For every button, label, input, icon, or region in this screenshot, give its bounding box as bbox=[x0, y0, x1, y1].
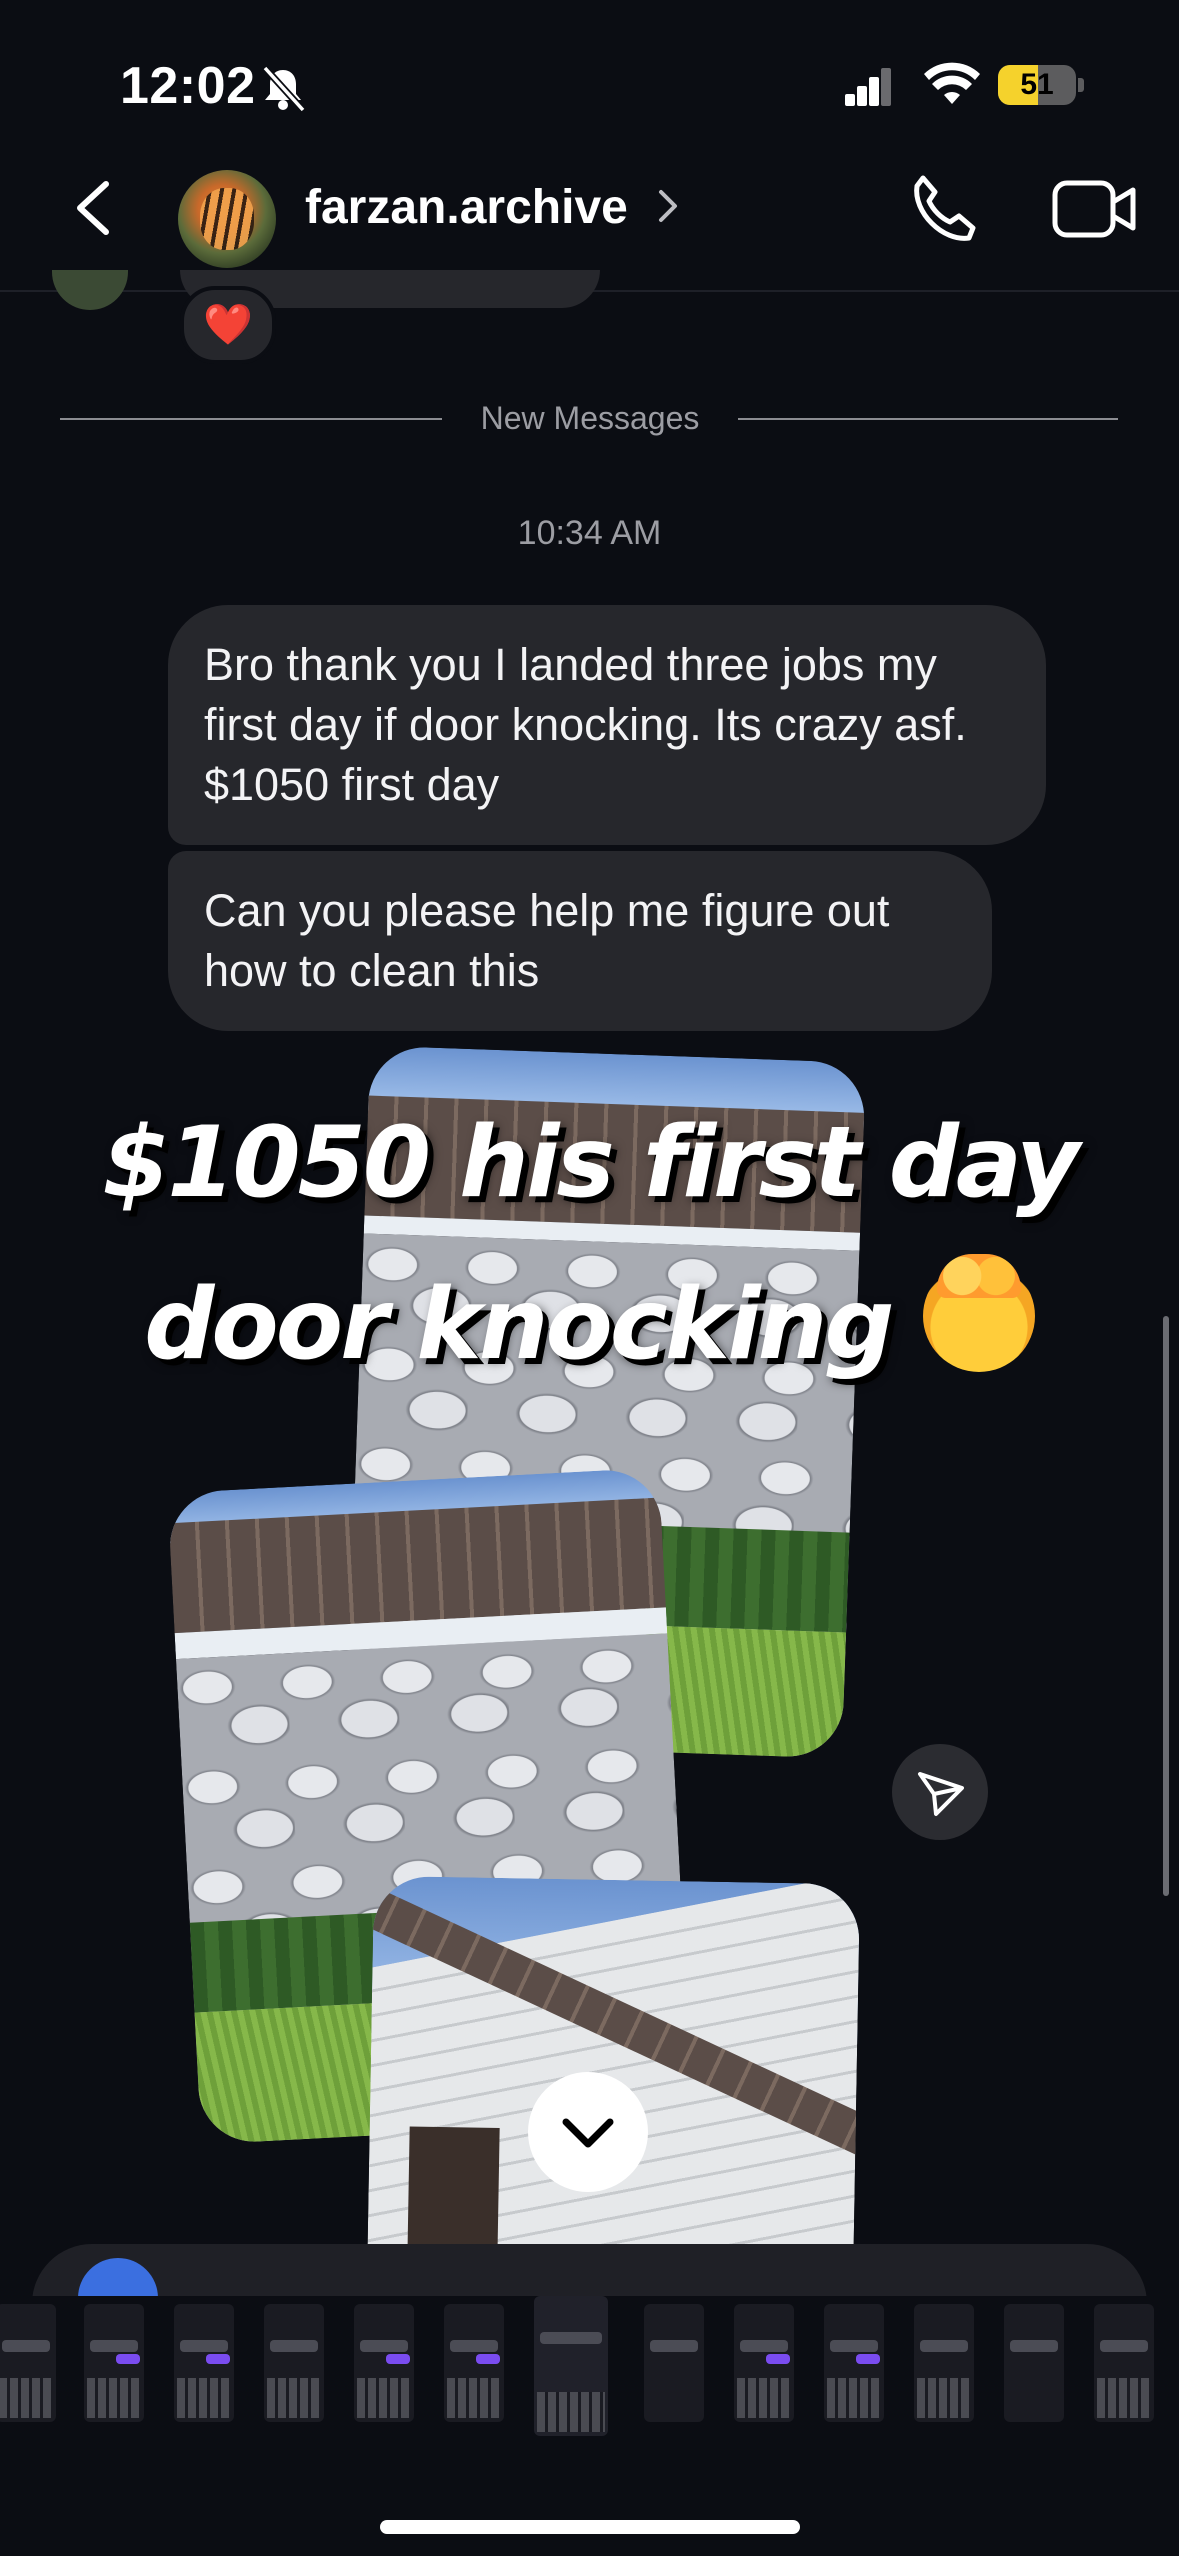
thumbnail[interactable] bbox=[824, 2304, 884, 2422]
thumbnail[interactable] bbox=[264, 2304, 324, 2422]
scroll-down-button[interactable] bbox=[528, 2072, 648, 2192]
battery-indicator: 51 bbox=[998, 65, 1076, 105]
thumbnail-active[interactable] bbox=[534, 2296, 608, 2436]
thumbnail[interactable] bbox=[84, 2304, 144, 2422]
heart-reaction[interactable]: ❤️ bbox=[180, 286, 276, 364]
message-bubble[interactable]: Can you please help me figure out how to… bbox=[168, 851, 992, 1031]
scrollbar[interactable] bbox=[1163, 1316, 1169, 1896]
message-bubble[interactable]: Bro thank you I landed three jobs my fir… bbox=[168, 605, 1046, 845]
signal-icon bbox=[845, 68, 891, 106]
back-icon[interactable] bbox=[70, 180, 120, 236]
divider-left bbox=[60, 418, 442, 420]
wifi-icon bbox=[924, 62, 980, 104]
chevron-right-icon[interactable] bbox=[655, 186, 681, 226]
exploding-head-emoji-icon bbox=[922, 1254, 1035, 1372]
thumbnail[interactable] bbox=[914, 2304, 974, 2422]
overlay-text-line1: $1050 his first day bbox=[102, 1106, 1080, 1220]
phone-icon[interactable] bbox=[905, 172, 981, 248]
thumbnail[interactable] bbox=[644, 2304, 704, 2422]
thumbnail[interactable] bbox=[0, 2304, 56, 2422]
thumbnail[interactable] bbox=[1004, 2304, 1064, 2422]
overlay-text-line2-label: door knocking bbox=[144, 1268, 894, 1382]
share-icon[interactable] bbox=[892, 1744, 988, 1840]
battery-tip bbox=[1078, 78, 1084, 92]
thumbnail[interactable] bbox=[174, 2304, 234, 2422]
status-time: 12:02 bbox=[120, 57, 256, 115]
chat-username[interactable]: farzan.archive bbox=[305, 180, 628, 235]
new-messages-label: New Messages bbox=[480, 400, 700, 436]
chevron-down-icon bbox=[562, 2118, 614, 2148]
battery-percent: 51 bbox=[1020, 68, 1054, 101]
app-switcher-thumbnails[interactable] bbox=[0, 2296, 1179, 2446]
avatar[interactable] bbox=[178, 170, 276, 268]
message-timestamp: 10:34 AM bbox=[517, 514, 662, 552]
thumbnail[interactable] bbox=[1094, 2304, 1154, 2422]
house-photo-3 bbox=[366, 1875, 860, 2265]
video-icon[interactable] bbox=[1052, 178, 1136, 240]
bell-slash-icon bbox=[262, 65, 306, 113]
thumbnail[interactable] bbox=[444, 2304, 504, 2422]
sender-avatar bbox=[52, 270, 128, 310]
home-indicator[interactable] bbox=[380, 2520, 800, 2534]
overlay-text-line2: door knocking bbox=[0, 1254, 1179, 1382]
thumbnail[interactable] bbox=[354, 2304, 414, 2422]
divider-right bbox=[738, 418, 1118, 420]
thumbnail[interactable] bbox=[734, 2304, 794, 2422]
